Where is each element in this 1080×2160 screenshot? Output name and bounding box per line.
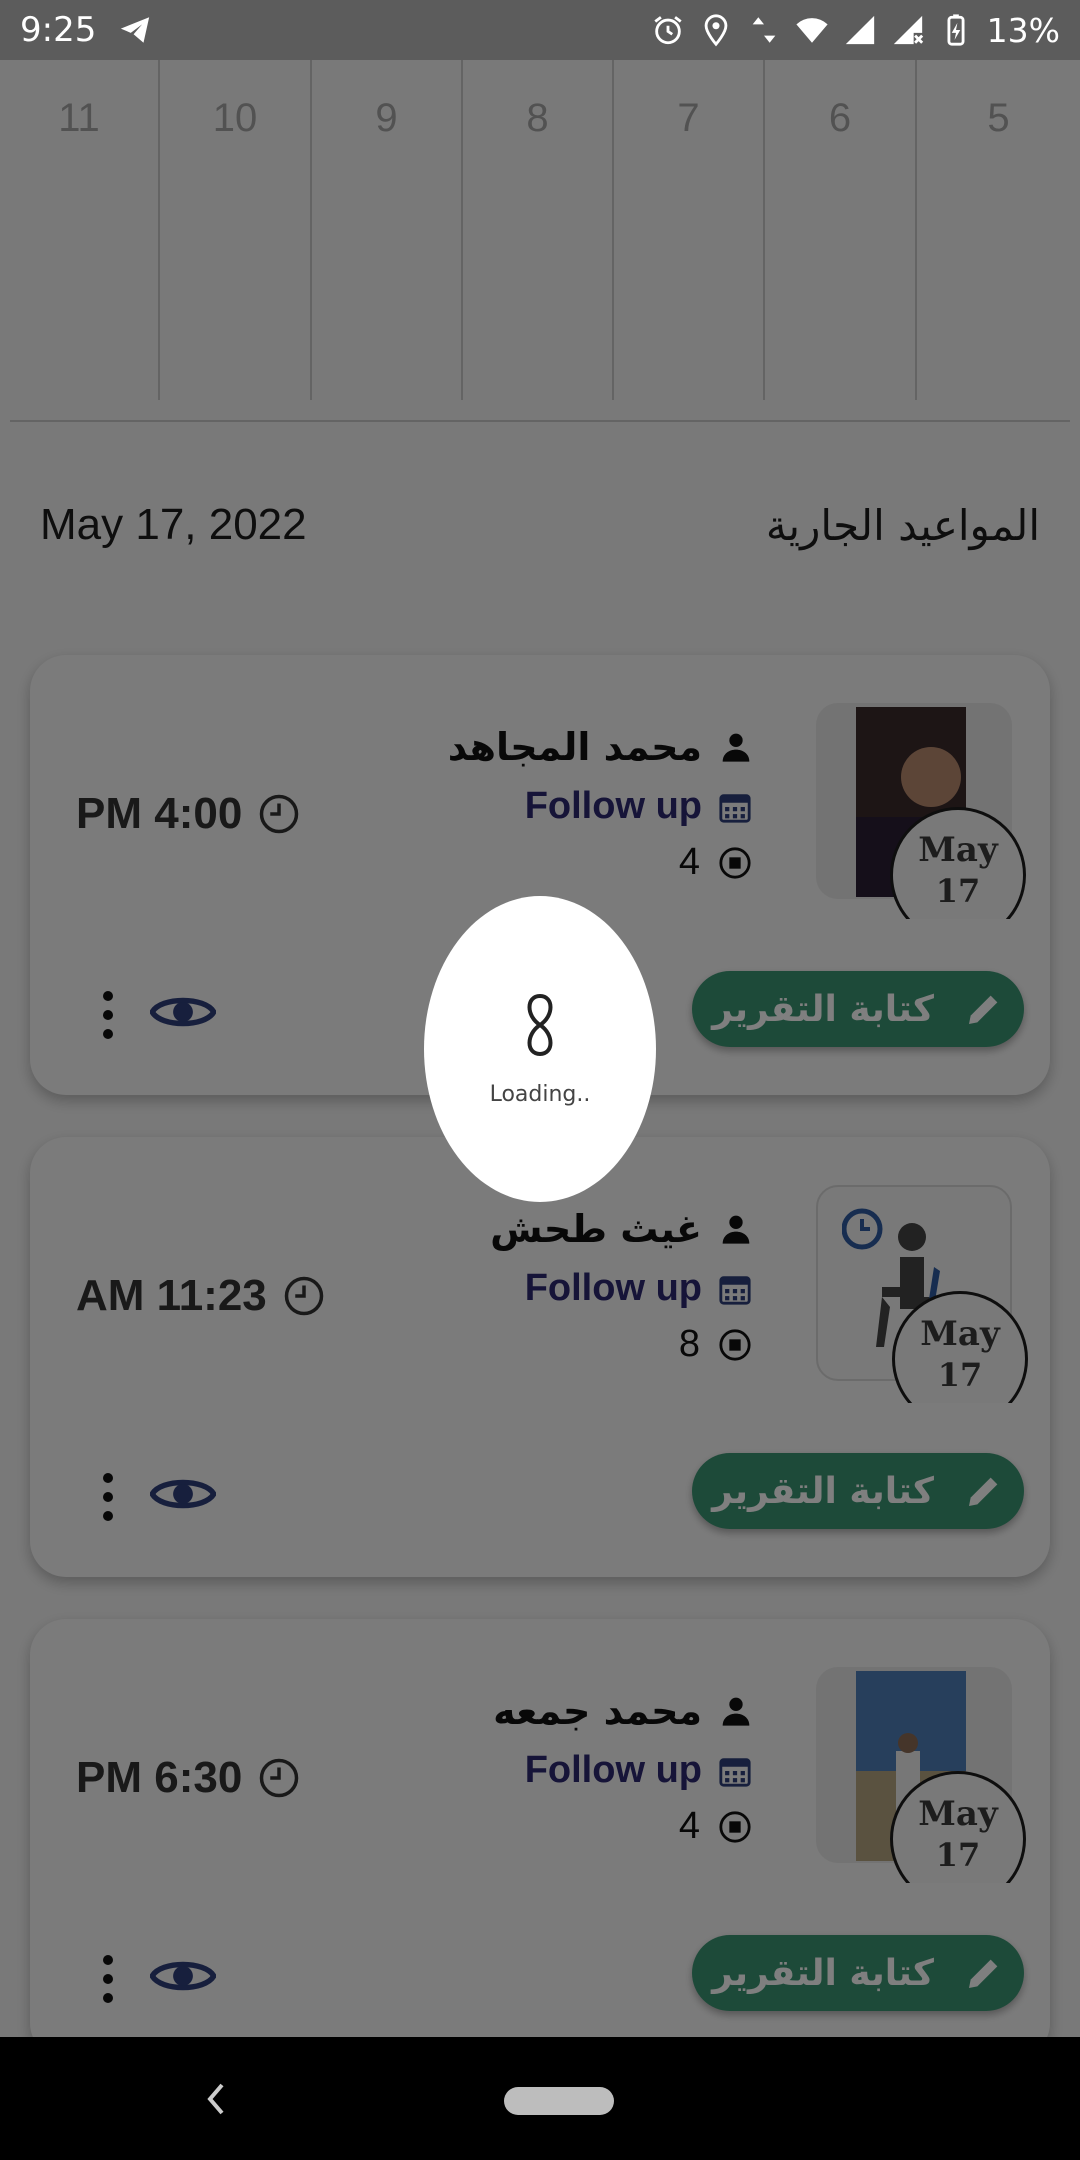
data-arrows-icon — [752, 17, 775, 43]
status-bar: 9:25 13% — [0, 0, 1080, 60]
status-right: 13% — [651, 11, 1060, 50]
wifi-icon — [796, 18, 828, 43]
loading-dialog: Loading.. — [424, 896, 656, 1202]
hourglass-spinner-icon — [527, 993, 553, 1056]
status-left: 9:25 — [20, 10, 152, 50]
battery-percent: 13% — [986, 10, 1060, 50]
signal-x-icon — [893, 15, 923, 45]
alarm-icon — [654, 16, 682, 45]
status-time: 9:25 — [20, 10, 97, 50]
signal-icon — [845, 15, 874, 45]
system-nav-bar — [0, 2037, 1080, 2160]
location-icon — [704, 14, 727, 47]
telegram-icon — [121, 17, 150, 43]
battery-charging-icon — [947, 14, 965, 46]
home-pill[interactable] — [504, 2087, 614, 2115]
back-icon[interactable] — [200, 2077, 230, 2121]
loading-text: Loading.. — [489, 1081, 591, 1107]
